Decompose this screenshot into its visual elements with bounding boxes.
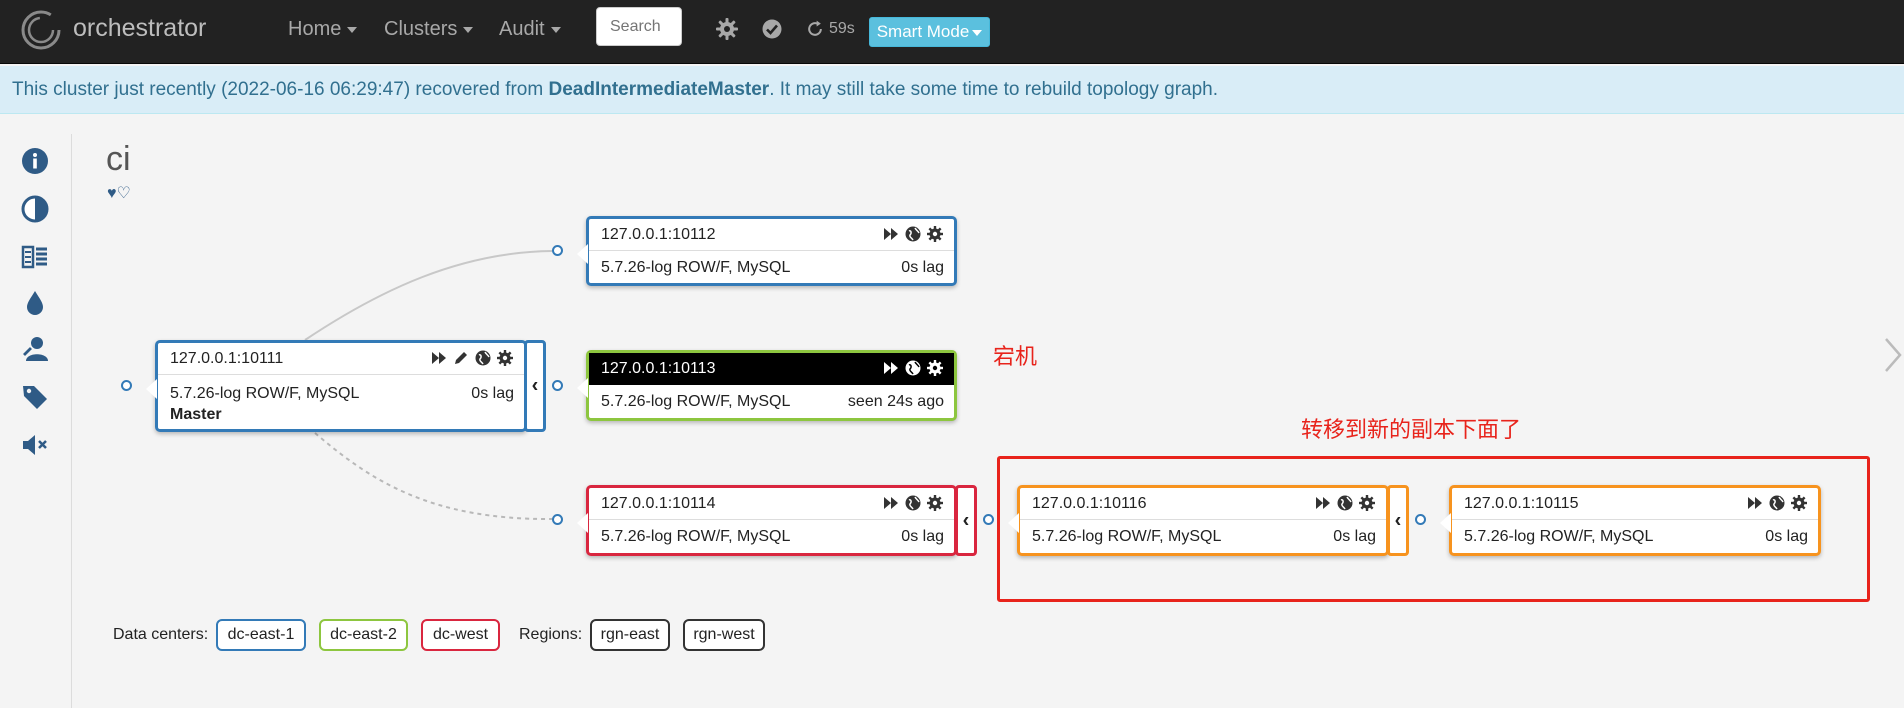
legend-dc-east-1[interactable]: dc-east-1: [216, 619, 306, 651]
globe-icon[interactable]: [474, 349, 492, 367]
node-actions: [882, 494, 944, 512]
instance-version: 5.7.26-log ROW/F, MySQL: [170, 385, 360, 402]
instance-name[interactable]: 127.0.0.1:10111: [170, 350, 283, 368]
gear-icon[interactable]: [496, 349, 514, 367]
globe-icon[interactable]: [904, 359, 922, 377]
chevron-right-icon[interactable]: [1882, 335, 1904, 375]
data-centers-label: Data centers:: [113, 626, 209, 643]
node-arrow: [577, 513, 588, 533]
fast-forward-icon[interactable]: [882, 494, 900, 512]
node-connector-dot[interactable]: [552, 380, 563, 391]
gear-icon[interactable]: [926, 359, 944, 377]
instance-node-10112[interactable]: 127.0.0.1:10112 5.7.26-log ROW/F, MySQL …: [577, 216, 957, 286]
regions-label: Regions:: [519, 626, 583, 643]
gear-icon[interactable]: [926, 225, 944, 243]
node-actions: [882, 225, 944, 243]
annotation-moved: 转移到新的副本下面了: [1301, 417, 1522, 442]
node-connector-dot[interactable]: [552, 514, 563, 525]
fast-forward-icon[interactable]: [882, 359, 900, 377]
node-arrow: [146, 379, 157, 399]
node-actions: [430, 349, 514, 367]
instance-role: Master: [170, 406, 222, 423]
legend-rgn-east[interactable]: rgn-east: [590, 619, 670, 651]
instance-name[interactable]: 127.0.0.1:10114: [601, 495, 715, 513]
fast-forward-icon[interactable]: [430, 349, 448, 367]
instance-name[interactable]: 127.0.0.1:10113: [601, 360, 715, 378]
instance-node-10114[interactable]: 127.0.0.1:10114 5.7.26-log ROW/F, MySQL …: [577, 485, 957, 556]
fast-forward-icon[interactable]: [882, 225, 900, 243]
instance-node-10113[interactable]: 127.0.0.1:10113 5.7.26-log ROW/F, MySQL …: [577, 350, 957, 421]
legend-dc-east-2[interactable]: dc-east-2: [319, 619, 408, 651]
node-header: 127.0.0.1:10112: [589, 219, 954, 251]
node-arrow: [577, 244, 588, 264]
node-header: 127.0.0.1:10113: [589, 353, 954, 385]
replication-lag: 0s lag: [471, 385, 514, 402]
replication-lag: 0s lag: [901, 528, 944, 545]
globe-icon[interactable]: [904, 225, 922, 243]
node-connector-dot[interactable]: [121, 380, 132, 391]
node-connector-dot[interactable]: [983, 514, 994, 525]
node-header: 127.0.0.1:10111: [158, 343, 524, 375]
replication-lag: seen 24s ago: [847, 393, 944, 410]
collapse-replicas-button[interactable]: ‹: [524, 340, 546, 432]
pencil-icon[interactable]: [452, 349, 470, 367]
node-actions: [882, 359, 944, 377]
instance-node-10111[interactable]: 127.0.0.1:10111 5.7.26-log ROW/F, MySQL …: [146, 340, 527, 432]
gear-icon[interactable]: [926, 494, 944, 512]
node-header: 127.0.0.1:10114: [589, 488, 954, 520]
instance-version: 5.7.26-log ROW/F, MySQL: [601, 393, 791, 410]
instance-name[interactable]: 127.0.0.1:10112: [601, 226, 715, 244]
chevron-left-icon: ‹: [531, 374, 539, 397]
chevron-left-icon: ‹: [962, 509, 970, 531]
globe-icon[interactable]: [904, 494, 922, 512]
node-arrow: [577, 378, 588, 398]
node-connector-dot[interactable]: [552, 245, 563, 256]
legend-rgn-west[interactable]: rgn-west: [683, 619, 765, 651]
annotation-down: 宕机: [993, 344, 1038, 369]
annotation-highlight-box: [997, 456, 1870, 602]
instance-version: 5.7.26-log ROW/F, MySQL: [601, 259, 791, 276]
replication-lag: 0s lag: [901, 259, 944, 276]
collapse-replicas-button[interactable]: ‹: [955, 485, 977, 556]
instance-version: 5.7.26-log ROW/F, MySQL: [601, 528, 791, 545]
legend-dc-west[interactable]: dc-west: [421, 619, 500, 651]
